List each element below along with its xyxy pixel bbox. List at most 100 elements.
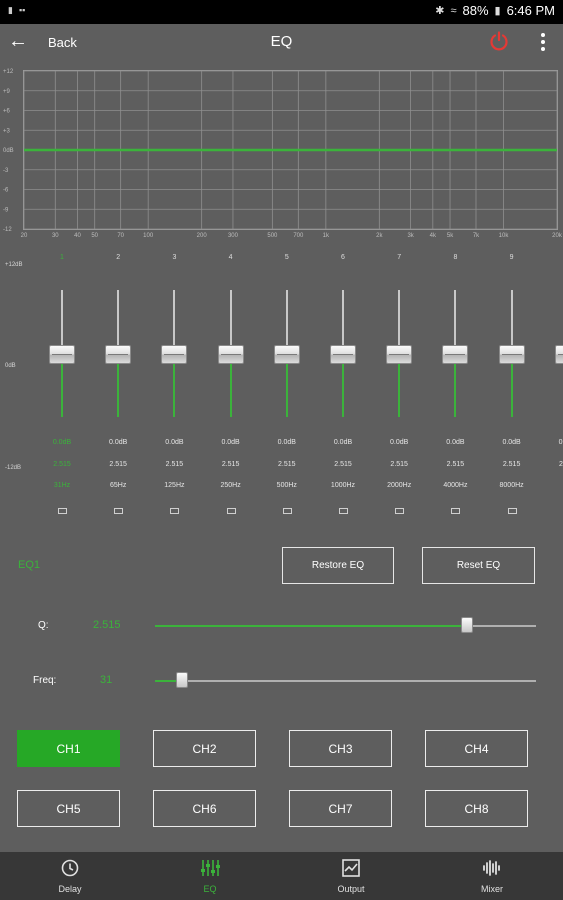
- band-frequency: 65Hz: [110, 482, 127, 489]
- graph-y-tick: -3: [3, 168, 9, 174]
- band-frequency: 125Hz: [164, 482, 185, 489]
- band-q: 2.515: [559, 461, 563, 468]
- band-number: 1: [60, 254, 64, 261]
- more-options-icon[interactable]: [536, 30, 550, 56]
- band-bypass-checkbox[interactable]: [507, 508, 517, 514]
- freq-slider-track[interactable]: [155, 680, 536, 682]
- band-slider-knob[interactable]: [105, 344, 132, 364]
- band-q: 2.515: [502, 461, 521, 468]
- restore-eq-button[interactable]: Restore EQ: [282, 547, 394, 584]
- band-bypass-checkbox[interactable]: [58, 508, 67, 514]
- band-slider-knob[interactable]: [217, 344, 244, 364]
- band-q: 2.515: [165, 461, 184, 468]
- band-number: 4: [228, 254, 233, 261]
- nav-label: Output: [337, 884, 365, 894]
- graph-x-tick: 10k: [499, 233, 510, 239]
- band-slider-knob[interactable]: [49, 344, 75, 364]
- channel-button-ch4[interactable]: CH4: [425, 730, 528, 767]
- nav-eq[interactable]: EQ: [140, 852, 280, 900]
- band-bypass-checkbox[interactable]: [170, 508, 180, 514]
- battery-percent: 88%: [462, 3, 489, 18]
- graph-x-tick: 3k: [407, 233, 414, 239]
- power-icon[interactable]: [488, 30, 510, 52]
- nav-label: Delay: [58, 884, 82, 894]
- notification-icon: ▪▪: [18, 5, 26, 15]
- battery-icon: ▮: [494, 5, 501, 17]
- channel-button-ch2[interactable]: CH2: [153, 730, 256, 767]
- band-gain: 0.0dB: [502, 439, 521, 446]
- freq-value: 31: [100, 674, 113, 686]
- notification-icons: ▮ ▪▪: [8, 5, 25, 16]
- band-slider-knob[interactable]: [330, 344, 356, 364]
- band-frequency: 2000Hz: [387, 482, 412, 489]
- nav-output[interactable]: Output: [281, 852, 421, 900]
- band-number: 7: [397, 254, 402, 261]
- freq-slider-thumb[interactable]: [175, 672, 188, 688]
- eq-preset-name: EQ1: [18, 559, 41, 571]
- graph-x-tick: 20k: [552, 233, 563, 239]
- nav-mixer[interactable]: Mixer: [422, 852, 562, 900]
- freq-label: Freq:: [33, 675, 57, 686]
- db-scale-bottom: -12dB: [5, 465, 22, 471]
- band-slider-fill: [510, 362, 513, 417]
- graph-x-tick: 300: [228, 233, 239, 239]
- band-slider-knob[interactable]: [273, 344, 300, 364]
- band-q: 2.515: [109, 461, 127, 468]
- channel-button-ch7[interactable]: CH7: [289, 790, 392, 827]
- band-number: 2: [116, 254, 121, 261]
- band-number: 9: [509, 254, 514, 261]
- graph-x-tick: 1k: [323, 233, 330, 239]
- channel-button-ch5[interactable]: CH5: [17, 790, 120, 827]
- bottom-navigation: Delay EQ Output Mixer: [0, 852, 563, 900]
- band-gain: 0.0dB: [221, 439, 240, 446]
- band-frequency: 250Hz: [220, 482, 241, 489]
- band-q: 2.515: [221, 461, 240, 468]
- band-slider-fill: [117, 362, 120, 417]
- band-bypass-checkbox[interactable]: [395, 508, 405, 514]
- graph-x-tick: 5k: [447, 233, 454, 239]
- graph-y-tick: 0dB: [3, 148, 14, 154]
- band-slider-fill: [173, 362, 176, 417]
- band-slider-knob[interactable]: [498, 344, 525, 364]
- band-slider-knob[interactable]: [161, 344, 188, 364]
- band-frequency: 500Hz: [276, 482, 297, 489]
- band-number: 8: [453, 254, 458, 261]
- band-bypass-checkbox[interactable]: [114, 508, 124, 514]
- graph-x-tick: 30: [52, 233, 59, 239]
- band-q: 2.515: [278, 461, 296, 468]
- band-bypass-checkbox[interactable]: [339, 508, 348, 514]
- reset-eq-button[interactable]: Reset EQ: [422, 547, 535, 584]
- q-slider-thumb[interactable]: [461, 617, 474, 633]
- graph-y-tick: +6: [3, 109, 11, 115]
- band-bypass-checkbox[interactable]: [282, 508, 292, 514]
- band-gain: 0.0dB: [165, 439, 184, 446]
- band-slider-knob[interactable]: [386, 344, 413, 364]
- graph-x-tick: 500: [267, 233, 278, 239]
- band-q: 2.515: [446, 461, 465, 468]
- channel-button-ch3[interactable]: CH3: [289, 730, 392, 767]
- page-title: EQ: [270, 33, 293, 50]
- band-slider-knob[interactable]: [442, 344, 469, 364]
- graph-y-tick: -6: [3, 188, 9, 194]
- output-icon: [342, 859, 360, 877]
- wifi-icon: ≈: [450, 4, 457, 17]
- band-slider-knob[interactable]: [554, 344, 563, 364]
- channel-button-ch1[interactable]: CH1: [17, 730, 120, 767]
- q-label: Q:: [38, 620, 49, 631]
- band-bypass-checkbox[interactable]: [451, 508, 461, 514]
- status-bar: ▮ ▪▪ ✱ ≈ 88% ▮ 6:46 PM: [0, 0, 563, 24]
- equalizer-icon: [201, 860, 220, 876]
- channel-button-ch8[interactable]: CH8: [425, 790, 528, 827]
- graph-x-tick: 200: [197, 233, 208, 239]
- band-q: 2.515: [390, 461, 408, 468]
- band-frequency: 8000Hz: [499, 482, 524, 489]
- nav-delay[interactable]: Delay: [0, 852, 140, 900]
- band-bypass-checkbox[interactable]: [226, 508, 236, 514]
- mixer-icon: [483, 860, 500, 876]
- channel-button-ch6[interactable]: CH6: [153, 790, 256, 827]
- band-frequency: 1000Hz: [330, 482, 356, 489]
- db-scale-top: +12dB: [5, 262, 23, 268]
- db-scale-mid: 0dB: [5, 363, 16, 369]
- graph-y-tick: +12: [3, 69, 14, 75]
- band-gain: 0.0dB: [277, 439, 296, 446]
